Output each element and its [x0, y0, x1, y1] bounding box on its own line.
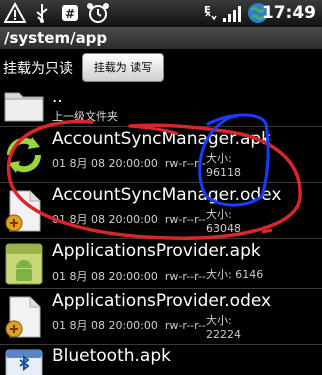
alarm-clock-icon	[87, 3, 109, 23]
folder-icon	[4, 92, 44, 122]
file-size: 大小: 96118	[206, 152, 241, 179]
file-item[interactable]: ApplicationsProvider.apk 01 8月 08 20:00:…	[0, 239, 322, 289]
signal-strength-icon	[223, 6, 241, 22]
clock: 17:49	[261, 3, 316, 23]
android-apk-icon	[5, 243, 43, 285]
file-date: 01 8月 08 20:00:00 rw-r--r--	[52, 213, 206, 226]
file-date: 01 8月 08 20:00:00 rw-r--r--	[52, 319, 206, 332]
parent-folder-item[interactable]: .. 上一级文件夹	[0, 85, 322, 127]
file-name: AccountSyncManager.odex	[52, 185, 282, 205]
odex-file-icon	[5, 296, 41, 338]
app-notification-icon: #	[62, 5, 78, 21]
mount-status-label: 挂载为只读	[3, 61, 73, 77]
data-edge-icon: E	[204, 5, 217, 21]
file-name: AccountSyncManager.apk	[52, 129, 272, 149]
file-item[interactable]: AccountSyncManager.odex 01 8月 08 20:00:0…	[0, 183, 322, 239]
parent-folder-desc: 上一级文件夹	[52, 110, 118, 123]
file-name: ApplicationsProvider.odex	[52, 291, 272, 311]
odex-file-icon	[5, 190, 41, 232]
warning-icon	[4, 2, 26, 23]
file-name: Bluetooth.apk	[52, 346, 171, 366]
svg-text:#: #	[65, 7, 75, 21]
file-date: 01 8月 08 20:00:00 rw-r--r--	[52, 270, 206, 283]
current-path: /system/app	[4, 29, 108, 47]
mount-row: 挂载为只读 挂载为 读写	[0, 49, 322, 85]
path-bar: /system/app	[0, 27, 322, 49]
file-size: 大小: 63048	[206, 208, 241, 235]
file-size: 大小: 6146	[206, 268, 264, 281]
file-item[interactable]: AccountSyncManager.apk 01 8月 08 20:00:00…	[0, 127, 322, 183]
status-bar: # E 17:49	[0, 0, 322, 27]
file-name: ApplicationsProvider.apk	[52, 241, 261, 261]
file-size: 大小: 22224	[206, 314, 241, 341]
usb-icon	[36, 4, 48, 23]
sync-app-icon	[6, 137, 42, 173]
mount-read-write-button[interactable]: 挂载为 读写	[82, 53, 164, 82]
file-date: 01 8月 08 20:00:00 rw-r--r--	[52, 157, 206, 170]
file-item[interactable]: ApplicationsProvider.odex 01 8月 08 20:00…	[0, 289, 322, 345]
parent-folder-name: ..	[52, 87, 63, 107]
